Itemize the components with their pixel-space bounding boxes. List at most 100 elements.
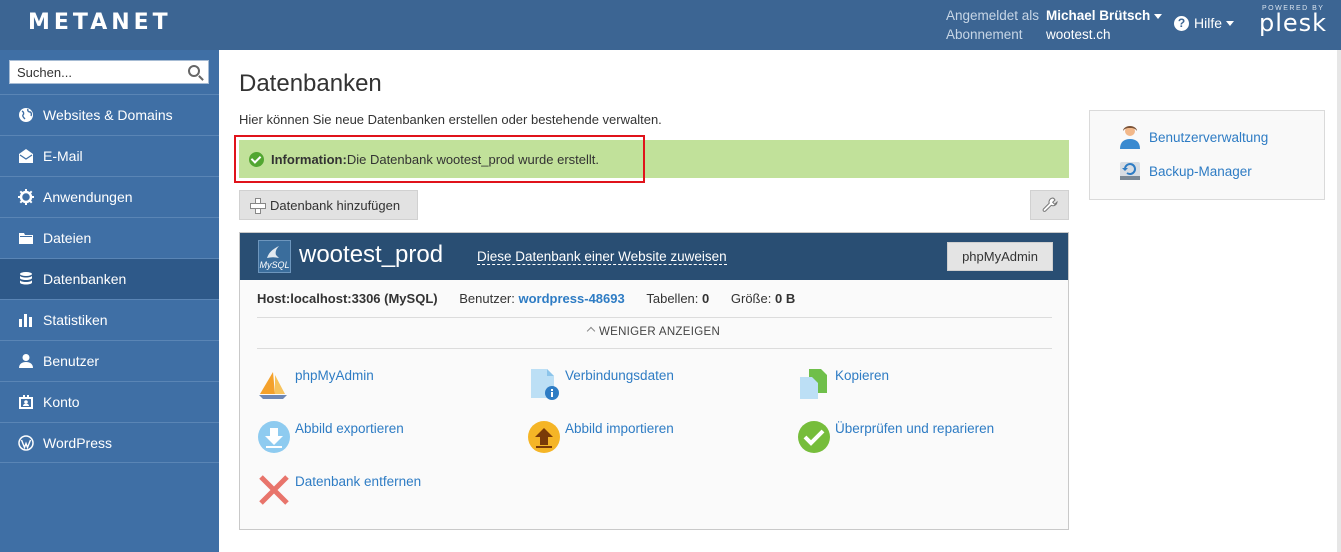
user-management-link[interactable]: Benutzerverwaltung <box>1119 125 1268 149</box>
mysql-logo-text: MySQL <box>259 260 290 270</box>
sidebar-item-websites-domains[interactable]: Websites & Domains <box>0 94 219 135</box>
metanet-logo[interactable]: METANET <box>28 10 172 35</box>
action-label: Abbild exportieren <box>295 421 404 436</box>
export-icon <box>258 421 290 453</box>
database-panel: MySQL wootest_prod Diese Datenbank einer… <box>239 232 1069 530</box>
search-icon[interactable] <box>188 65 200 77</box>
action-label: Datenbank entfernen <box>295 474 422 489</box>
subscription-label: Abonnement <box>946 27 1023 42</box>
action-import-dump[interactable]: Abbild importieren <box>527 420 674 454</box>
search-box <box>9 60 209 84</box>
chevron-down-icon <box>1226 20 1235 26</box>
help-menu[interactable]: ? Hilfe <box>1174 15 1235 31</box>
action-label: Abbild importieren <box>565 421 674 436</box>
assign-website-link[interactable]: Diese Datenbank einer Website zuweisen <box>477 249 727 265</box>
wrench-icon <box>1042 197 1058 212</box>
plesk-logo: POWERED BY plesk <box>1259 5 1328 37</box>
page-title: Datenbanken <box>239 70 382 97</box>
tools-button[interactable] <box>1030 190 1069 220</box>
highlight-annotation <box>234 135 645 183</box>
question-icon: ? <box>1174 15 1189 31</box>
mysql-logo: MySQL <box>258 240 291 273</box>
backup-manager-link[interactable]: Backup-Manager <box>1119 159 1252 183</box>
tables-label: Tabellen: <box>646 291 699 306</box>
action-copy[interactable]: Kopieren <box>797 367 889 401</box>
account-icon <box>17 393 35 411</box>
help-label: Hilfe <box>1194 15 1223 31</box>
logged-in-label: Angemeldet als <box>946 8 1040 23</box>
user-label: Benutzer: <box>459 291 515 306</box>
folder-icon <box>17 229 35 247</box>
size-value: 0 B <box>774 291 796 306</box>
sidebar-item-label: Anwendungen <box>43 189 133 205</box>
sidebar-nav: Websites & Domains E-Mail Anwendungen Da… <box>0 94 219 463</box>
right-panel: Benutzerverwaltung Backup-Manager <box>1089 110 1325 200</box>
bar-chart-icon <box>17 311 35 329</box>
action-phpmyadmin[interactable]: phpMyAdmin <box>257 367 374 401</box>
divider <box>257 348 1052 349</box>
action-export-dump[interactable]: Abbild exportieren <box>257 420 404 454</box>
host-value: localhost:3306 (MySQL) <box>290 291 438 306</box>
sidebar-item-account[interactable]: Konto <box>0 381 219 422</box>
sidebar-item-email[interactable]: E-Mail <box>0 135 219 176</box>
action-remove-database[interactable]: Datenbank entfernen <box>257 473 421 507</box>
tables-value: 0 <box>702 291 710 306</box>
mail-icon <box>17 147 35 165</box>
sidebar-item-label: Websites & Domains <box>43 107 173 123</box>
add-database-button[interactable]: Datenbank hinzufügen <box>239 190 418 220</box>
size-label: Größe: <box>730 291 772 306</box>
action-label: Überprüfen und reparieren <box>835 421 995 436</box>
scrollbar[interactable] <box>1337 50 1341 552</box>
action-check-repair[interactable]: Überprüfen und reparieren <box>797 420 994 454</box>
phpmyadmin-icon <box>259 372 287 399</box>
subscription-value[interactable]: wootest.ch <box>1046 25 1111 44</box>
show-less-toggle[interactable]: WENIGER ANZEIGEN <box>240 326 1068 338</box>
copy-icon <box>800 369 827 399</box>
divider <box>257 317 1052 318</box>
user-icon <box>17 352 35 370</box>
wordpress-icon <box>17 434 35 452</box>
gear-icon <box>17 188 35 206</box>
sidebar-item-applications[interactable]: Anwendungen <box>0 176 219 217</box>
db-user-link[interactable]: wordpress-48693 <box>519 291 625 306</box>
host-label: Host: <box>257 291 291 306</box>
sidebar-item-label: Datenbanken <box>43 271 127 287</box>
user-management-label: Benutzerverwaltung <box>1149 129 1269 145</box>
sidebar-item-databases[interactable]: Datenbanken <box>0 258 219 299</box>
sidebar-item-label: E-Mail <box>43 148 83 164</box>
user-menu[interactable]: Michael Brütsch <box>1046 6 1163 25</box>
database-name: wootest_prod <box>299 241 444 268</box>
search-input[interactable] <box>10 61 180 83</box>
sidebar-item-label: Konto <box>43 394 80 410</box>
sidebar-item-files[interactable]: Dateien <box>0 217 219 258</box>
sidebar-item-label: Benutzer <box>43 353 100 369</box>
plus-icon <box>250 198 266 214</box>
sidebar-item-users[interactable]: Benutzer <box>0 340 219 381</box>
add-database-label: Datenbank hinzufügen <box>270 197 401 213</box>
action-connection-info[interactable]: Verbindungsdaten <box>527 367 674 401</box>
plesk-text: plesk <box>1259 9 1328 37</box>
chevron-down-icon <box>1154 13 1163 19</box>
action-label: Verbindungsdaten <box>565 368 674 383</box>
sidebar: Websites & Domains E-Mail Anwendungen Da… <box>0 50 219 552</box>
action-label: phpMyAdmin <box>295 368 374 383</box>
sidebar-item-statistics[interactable]: Statistiken <box>0 299 219 340</box>
sidebar-item-wordpress[interactable]: WordPress <box>0 422 219 463</box>
show-less-label: WENIGER ANZEIGEN <box>598 326 721 338</box>
import-icon <box>528 421 560 453</box>
chevron-up-icon <box>586 326 596 336</box>
globe-icon <box>17 106 35 124</box>
backup-manager-label: Backup-Manager <box>1149 163 1252 179</box>
phpmyadmin-button[interactable]: phpMyAdmin <box>947 242 1053 271</box>
connection-info-icon <box>531 369 559 400</box>
top-header: METANET Angemeldet als Michael Brütsch A… <box>0 0 1341 50</box>
sidebar-item-label: Dateien <box>43 230 92 246</box>
user-management-icon <box>1120 126 1140 149</box>
sidebar-item-label: WordPress <box>43 434 112 451</box>
user-name: Michael Brütsch <box>1046 8 1151 23</box>
page-description: Hier können Sie neue Datenbanken erstell… <box>239 112 662 127</box>
check-repair-icon <box>798 421 830 453</box>
database-panel-header: MySQL wootest_prod Diese Datenbank einer… <box>240 233 1068 280</box>
login-info: Angemeldet als Michael Brütsch Abonnemen… <box>946 6 1163 44</box>
database-info: Host:localhost:3306 (MySQL) Benutzer: wo… <box>257 291 795 306</box>
